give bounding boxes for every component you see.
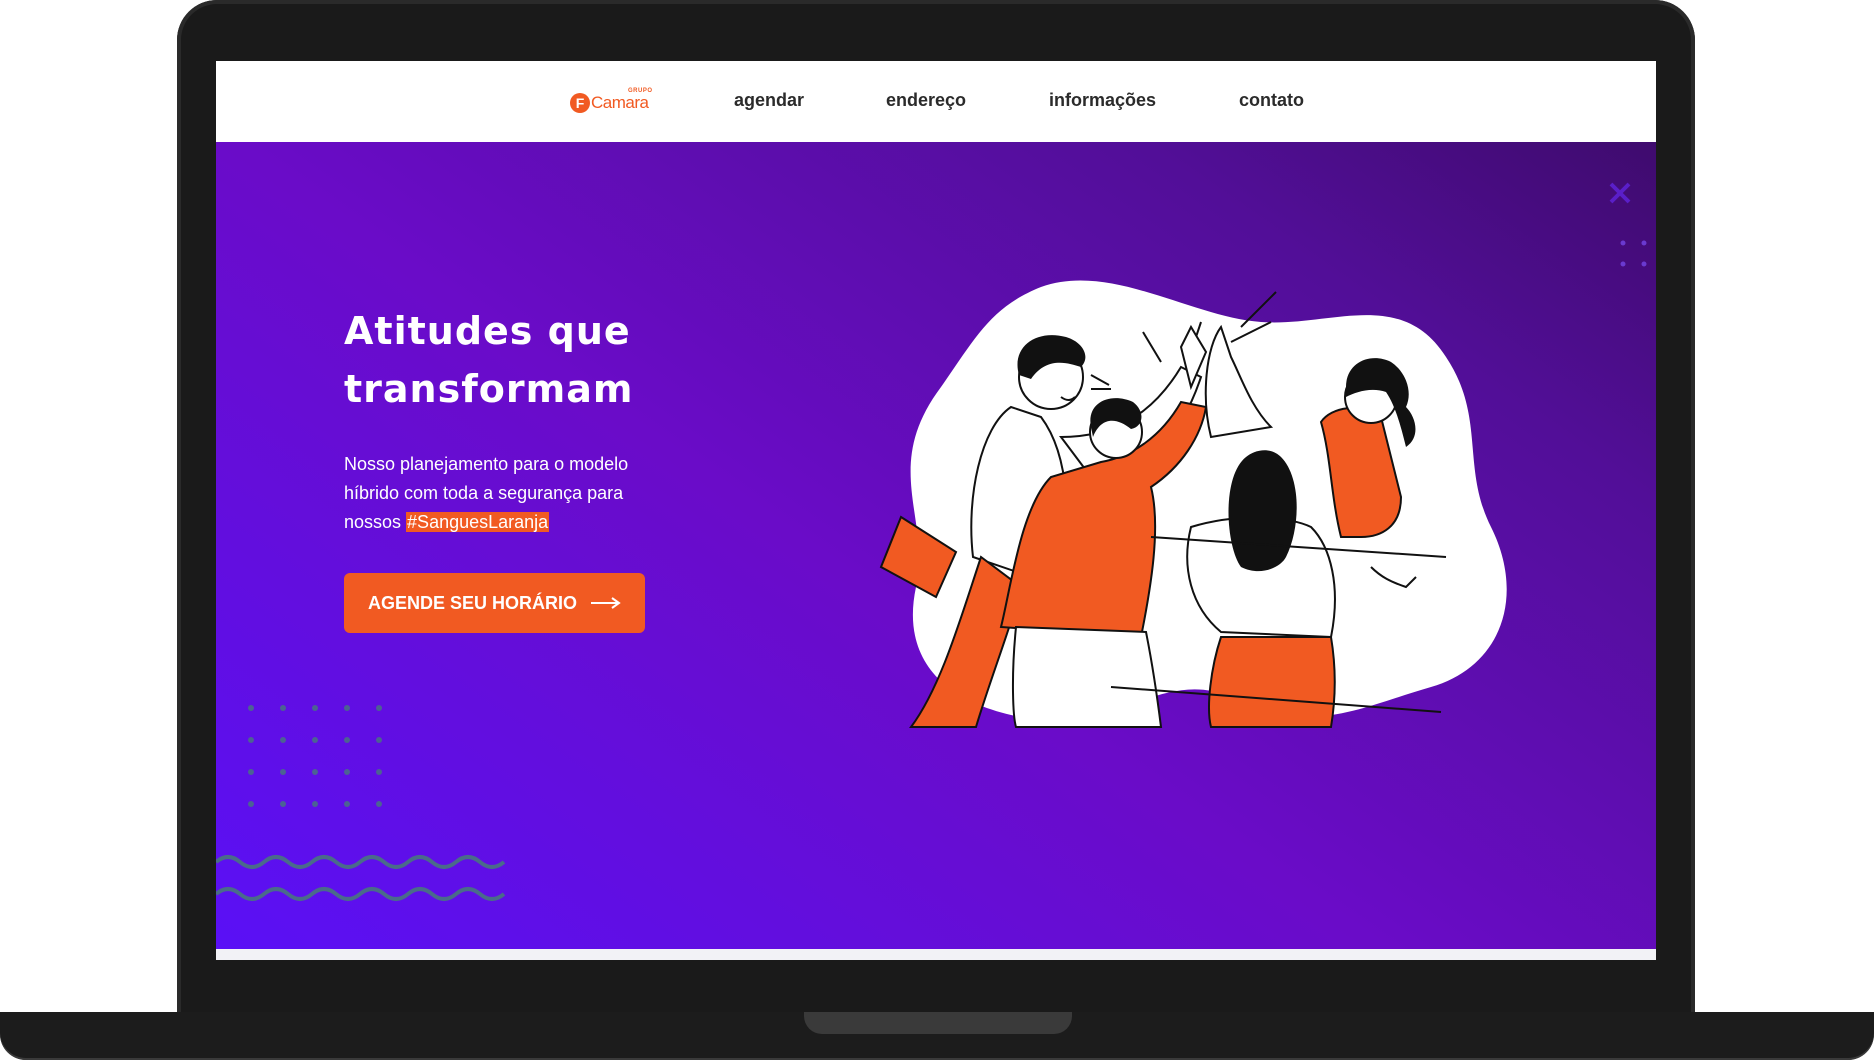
- nav-link-endereco[interactable]: endereço: [886, 90, 966, 111]
- logo-small-text: GRUPO: [628, 88, 653, 94]
- dots-decoration: [248, 705, 382, 807]
- nav-link-contato[interactable]: contato: [1239, 90, 1304, 111]
- hero-description: Nosso planejamento para o modelo híbrido…: [344, 450, 674, 537]
- bottom-strip: [216, 949, 1656, 960]
- arrow-right-icon: [591, 597, 621, 609]
- hero-hashtag: #SanguesLaranja: [406, 512, 550, 532]
- logo[interactable]: F Camara GRUPO: [570, 88, 652, 118]
- hero-section: Atitudes que transformam Nosso planejame…: [216, 142, 1656, 949]
- schedule-button[interactable]: AGENDE SEU HORÁRIO: [344, 573, 645, 633]
- nav-link-agendar[interactable]: agendar: [734, 90, 804, 111]
- waves-decoration: [216, 855, 506, 901]
- laptop-screen: F Camara GRUPO agendar endereço informaç…: [216, 61, 1656, 960]
- dots-decoration-small: [1620, 240, 1647, 267]
- logo-mark: F: [570, 93, 590, 113]
- navbar: F Camara GRUPO agendar endereço informaç…: [216, 61, 1656, 142]
- nav-link-informacoes[interactable]: informações: [1049, 90, 1156, 111]
- schedule-button-label: AGENDE SEU HORÁRIO: [367, 592, 578, 613]
- hero-title: Atitudes que transformam: [344, 309, 634, 411]
- close-x-decoration: [1609, 182, 1631, 204]
- logo-text: Camara: [591, 93, 649, 112]
- team-high-five-illustration: [879, 280, 1507, 728]
- laptop-notch: [804, 1012, 1072, 1034]
